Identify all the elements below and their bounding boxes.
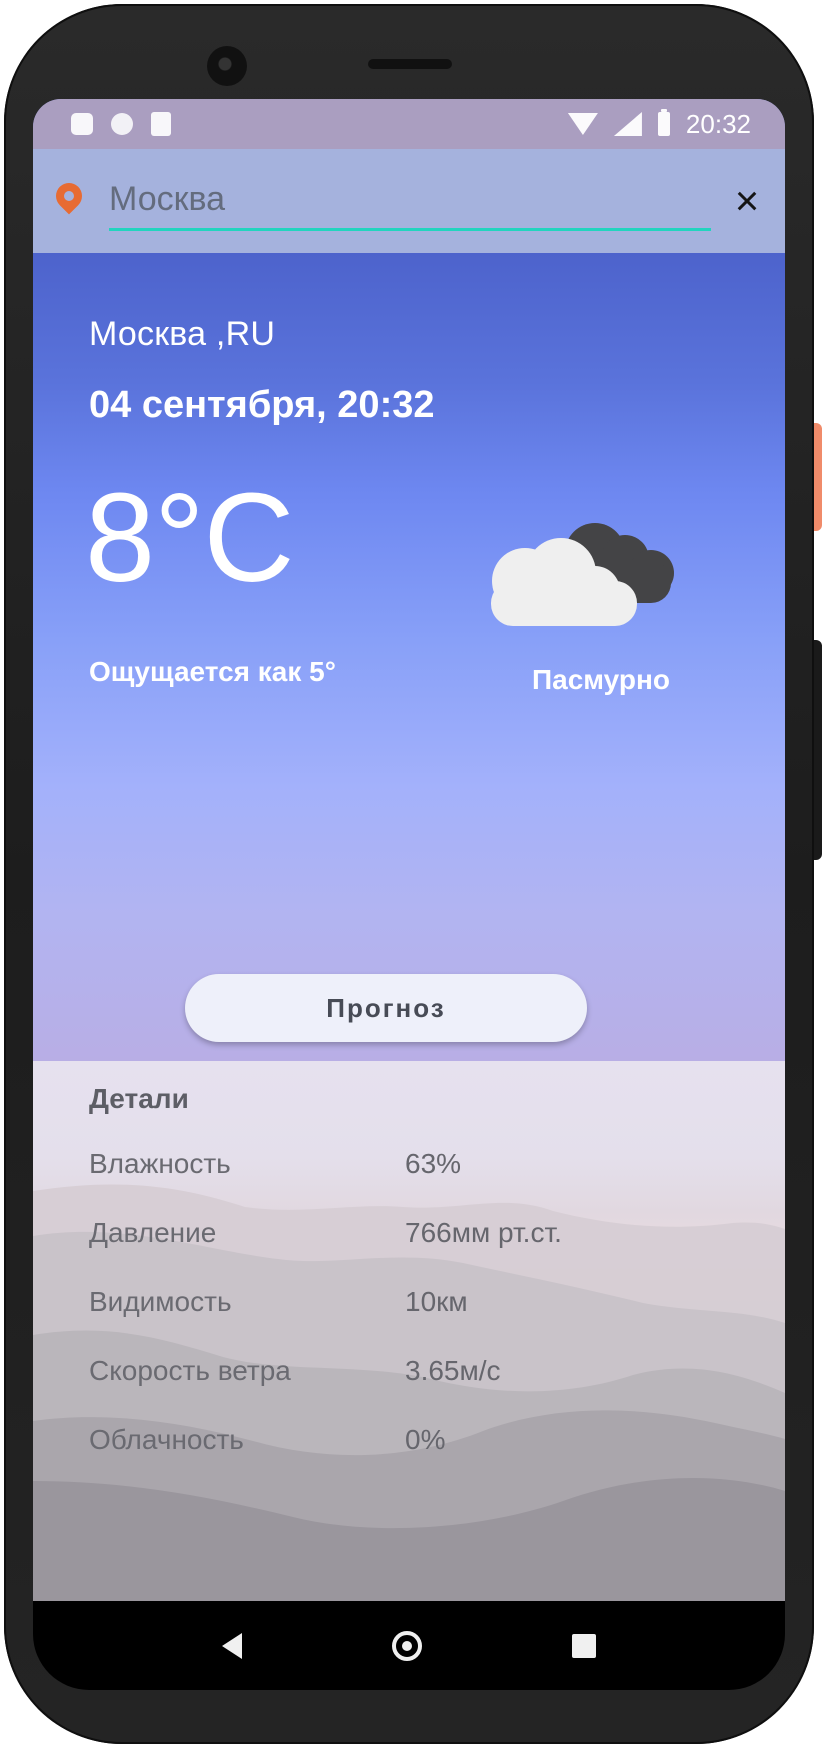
detail-label: Влажность [89, 1148, 231, 1179]
detail-row-cloudiness: Облачность 0% [89, 1420, 729, 1460]
front-camera [207, 46, 247, 86]
recents-icon[interactable] [572, 1633, 596, 1658]
weather-condition: Пасмурно [532, 664, 670, 695]
date-time: 04 сентября, 20:32 [89, 384, 435, 426]
keyboard-icon [71, 113, 93, 135]
detail-value: 10км [405, 1286, 468, 1317]
detail-row-visibility: Видимость 10км [89, 1282, 729, 1322]
detail-value: 63% [405, 1148, 462, 1179]
current-weather-panel: Москва ,RU 04 сентября, 20:32 8°C Ощущае… [33, 253, 785, 1061]
city-name: Москва ,RU [89, 315, 276, 353]
android-navigation-bar [33, 1601, 785, 1690]
location-pin-wrapper [50, 177, 88, 221]
battery-icon [657, 109, 670, 136]
app-screen: 20:32 × Москва ,RU 04 сентября, 20:32 8°… [33, 99, 785, 1601]
feels-like: Ощущается как 5° [89, 656, 336, 687]
mountain-background [33, 1184, 785, 1601]
detail-row-pressure: Давление 766мм рт.ст. [89, 1213, 729, 1253]
power-button [814, 423, 822, 531]
close-icon[interactable]: × [729, 180, 765, 222]
forecast-button[interactable]: Прогноз [185, 974, 587, 1042]
detail-value: 0% [405, 1424, 446, 1455]
temperature: 8°C [85, 467, 294, 608]
wifi-icon [567, 113, 598, 135]
details-title: Детали [89, 1083, 189, 1114]
search-input-container[interactable] [109, 172, 711, 231]
status-left-icons [33, 99, 171, 149]
location-pin-icon [50, 177, 88, 215]
status-time: 20:32 [685, 109, 751, 139]
detail-value: 766мм рт.ст. [405, 1217, 562, 1248]
details-panel: Детали Влажность 63% Давление 766мм рт.с… [33, 1061, 785, 1601]
detail-label: Видимость [89, 1286, 232, 1317]
status-right-icons: 20:32 [567, 99, 785, 149]
signal-icon [613, 112, 642, 136]
sd-card-icon [151, 112, 171, 136]
detail-value: 3.65м/с [405, 1355, 501, 1386]
detail-label: Облачность [89, 1424, 244, 1455]
detail-row-wind-speed: Скорость ветра 3.65м/с [89, 1351, 729, 1391]
home-icon[interactable] [392, 1630, 422, 1661]
earpiece-speaker [368, 59, 452, 69]
settings-icon [111, 113, 133, 135]
city-search-bar: × [33, 149, 785, 253]
search-input[interactable] [109, 180, 711, 219]
status-bar: 20:32 [33, 99, 785, 149]
back-icon[interactable] [222, 1632, 242, 1659]
detail-row-humidity: Влажность 63% [89, 1144, 729, 1184]
cloudy-icon [491, 523, 674, 626]
detail-label: Давление [89, 1217, 217, 1248]
volume-button [814, 640, 822, 860]
detail-label: Скорость ветра [89, 1355, 291, 1386]
